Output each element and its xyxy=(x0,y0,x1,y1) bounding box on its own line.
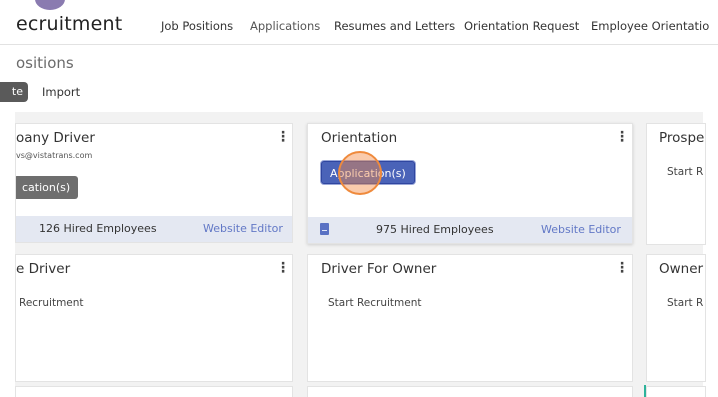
job-card-owner[interactable]: Owner Start R xyxy=(646,254,706,382)
hired-count[interactable]: 126 Hired Employees xyxy=(39,222,157,235)
top-navbar: ecruitment Job Positions Applications Re… xyxy=(0,0,718,45)
website-editor-link[interactable]: Website Editor xyxy=(203,222,283,235)
card-title: Driver For Owner xyxy=(321,261,437,277)
card-email: vs@vistatrans.com xyxy=(16,151,93,160)
card-title: Owner xyxy=(659,261,704,277)
card-title: e Driver xyxy=(16,261,71,277)
create-button[interactable]: te xyxy=(0,82,28,102)
job-card-partial[interactable] xyxy=(15,386,293,397)
applications-button[interactable]: cation(s) xyxy=(16,176,79,199)
brand-name[interactable]: ecruitment xyxy=(16,13,122,35)
page-title: ositions xyxy=(16,54,74,72)
start-recruitment-link[interactable]: Start Recruitment xyxy=(328,297,422,309)
nav-job-positions[interactable]: Job Positions xyxy=(161,19,233,33)
brand-logo xyxy=(35,0,65,10)
card-footer: 126 Hired Employees Website Editor xyxy=(16,216,292,242)
card-menu-icon[interactable]: ⋮ xyxy=(276,261,290,275)
start-recruitment-link[interactable]: Start R xyxy=(667,166,703,178)
nav-orientation-request[interactable]: Orientation Request xyxy=(464,19,579,33)
website-editor-link[interactable]: Website Editor xyxy=(541,223,621,236)
card-footer: 975 Hired Employees Website Editor xyxy=(308,217,632,243)
card-menu-icon[interactable]: ⋮ xyxy=(615,261,629,275)
nav-applications[interactable]: Applications xyxy=(250,19,320,33)
nav-employee-orientation[interactable]: Employee Orientatio xyxy=(591,19,709,33)
card-title: Orientation xyxy=(321,130,398,146)
card-menu-icon[interactable]: ⋮ xyxy=(615,130,629,144)
card-title: oany Driver xyxy=(16,130,95,146)
card-title: Prospe xyxy=(659,130,705,146)
nav-resumes-letters[interactable]: Resumes and Letters xyxy=(334,19,455,33)
start-recruitment-link[interactable]: Recruitment xyxy=(19,297,84,309)
status-indicator xyxy=(644,385,646,397)
book-icon xyxy=(320,223,329,235)
import-button[interactable]: Import xyxy=(42,85,80,99)
card-menu-icon[interactable]: ⋮ xyxy=(276,130,290,144)
hired-count[interactable]: 975 Hired Employees xyxy=(376,223,494,236)
job-card-prospect[interactable]: Prospe Start R xyxy=(646,123,706,245)
job-card-company-driver[interactable]: oany Driver ⋮ vs@vistatrans.com cation(s… xyxy=(15,123,293,243)
job-card-driver-for-owner[interactable]: Driver For Owner ⋮ Start Recruitment xyxy=(307,254,633,382)
start-recruitment-link[interactable]: Start R xyxy=(667,297,703,309)
click-indicator xyxy=(338,151,382,195)
job-card-partial[interactable] xyxy=(307,386,633,397)
job-card-driver[interactable]: e Driver ⋮ Recruitment xyxy=(15,254,293,382)
job-card-partial[interactable] xyxy=(646,386,706,397)
